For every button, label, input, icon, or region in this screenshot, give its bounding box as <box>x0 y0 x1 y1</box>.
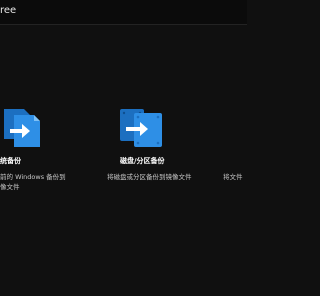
title-divider <box>0 24 247 25</box>
system-backup-desc-line1: 前的 Windows 备份到 <box>0 173 66 181</box>
system-backup-desc-line2: 像文件 <box>0 183 20 191</box>
system-backup-title: 统备份 <box>0 157 21 165</box>
system-backup-icon <box>4 109 40 147</box>
disk-partition-backup-icon <box>120 109 162 147</box>
system-backup-card[interactable]: 统备份 前的 Windows 备份到 像文件 <box>0 105 70 195</box>
title-bar: ree <box>0 0 247 24</box>
disk-partition-backup-title: 磁盘/分区备份 <box>120 157 165 165</box>
file-backup-desc: 将文件 <box>223 172 243 182</box>
file-backup-card[interactable]: 将文件 <box>215 105 320 195</box>
system-backup-desc: 前的 Windows 备份到 像文件 <box>0 172 66 192</box>
file-backup-desc-line1: 将文件 <box>223 173 243 181</box>
disk-partition-backup-desc-line1: 将磁盘或分区备份到镜像文件 <box>107 173 192 181</box>
app-title: ree <box>0 5 17 16</box>
disk-partition-backup-desc: 将磁盘或分区备份到镜像文件 <box>107 172 192 182</box>
disk-partition-backup-card[interactable]: 磁盘/分区备份 将磁盘或分区备份到镜像文件 <box>95 105 205 195</box>
